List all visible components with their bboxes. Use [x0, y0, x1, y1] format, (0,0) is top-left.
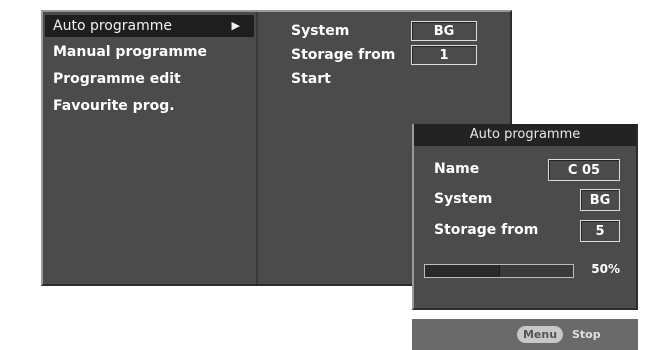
menu-item-label: Auto programme — [53, 18, 172, 34]
storage-from-value[interactable]: 1 — [411, 45, 477, 65]
menu-item-label: Favourite prog. — [53, 98, 175, 114]
menu-item-programme-edit[interactable]: Programme edit — [45, 68, 254, 90]
main-menu: Auto programme ▶ Manual programme Progra… — [43, 12, 258, 284]
system-label: System — [291, 23, 350, 39]
system-value: BG — [580, 189, 620, 211]
name-value: C 05 — [548, 159, 620, 181]
menu-item-label: Programme edit — [53, 71, 181, 87]
start-option[interactable]: Start — [291, 71, 331, 87]
bottom-bar: Menu Stop — [412, 319, 638, 350]
menu-item-auto-programme[interactable]: Auto programme ▶ — [45, 15, 254, 37]
menu-button[interactable]: Menu — [517, 326, 563, 343]
system-value[interactable]: BG — [411, 21, 477, 41]
progress-fill — [425, 265, 500, 277]
menu-item-label: Manual programme — [53, 44, 208, 60]
menu-item-manual-programme[interactable]: Manual programme — [45, 41, 254, 63]
menu-item-favourite-prog[interactable]: Favourite prog. — [45, 95, 254, 117]
stop-label: Stop — [572, 328, 601, 341]
progress-bar — [424, 264, 574, 278]
storage-from-label: Storage from — [434, 222, 539, 238]
system-label: System — [434, 191, 493, 207]
arrow-right-icon: ▶ — [231, 19, 240, 32]
name-label: Name — [434, 161, 480, 177]
auto-programme-dialog: Auto programme Name C 05 System BG Stora… — [412, 124, 638, 310]
storage-from-value: 5 — [580, 220, 620, 242]
dialog-title: Auto programme — [414, 124, 636, 146]
storage-from-label: Storage from — [291, 47, 396, 63]
progress-percent: 50% — [591, 262, 620, 276]
